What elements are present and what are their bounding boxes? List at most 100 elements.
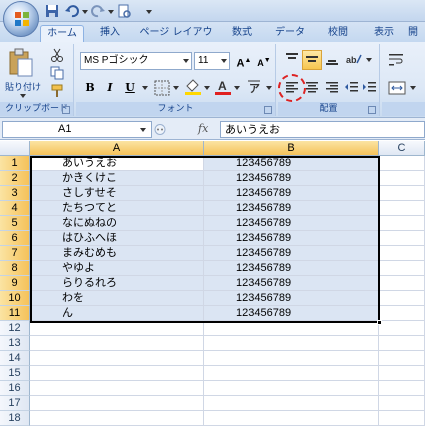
column-header-c[interactable]: C	[379, 141, 425, 156]
cell-a[interactable]: わを	[30, 291, 204, 306]
format-painter-icon[interactable]	[50, 84, 64, 98]
bold-button[interactable]: B	[80, 78, 100, 98]
font-name-dropdown-icon[interactable]	[183, 59, 189, 63]
underline-button[interactable]: U	[120, 78, 140, 98]
undo-icon[interactable]	[64, 3, 80, 19]
cell-c[interactable]	[379, 261, 425, 276]
cell-c[interactable]	[379, 201, 425, 216]
underline-dropdown-icon[interactable]	[142, 86, 148, 90]
copy-icon[interactable]	[50, 66, 64, 80]
row-header[interactable]: 15	[0, 366, 30, 381]
font-launcher-icon[interactable]	[264, 106, 272, 114]
cell-c[interactable]	[379, 171, 425, 186]
formula-input[interactable]: あいうえお	[220, 121, 425, 138]
cell-a[interactable]: やゆよ	[30, 261, 204, 276]
qat-customize-icon[interactable]	[146, 10, 152, 14]
paste-icon[interactable]	[8, 48, 34, 78]
increase-indent-icon[interactable]	[360, 78, 380, 98]
cell-a[interactable]: はひふへほ	[30, 231, 204, 246]
undo-dropdown-icon[interactable]	[82, 10, 88, 14]
cell-b[interactable]: 123456789	[204, 246, 379, 261]
cell-a[interactable]: まみむめも	[30, 246, 204, 261]
cell-c[interactable]	[379, 246, 425, 261]
cell-c[interactable]	[379, 231, 425, 246]
merge-dropdown-icon[interactable]	[410, 86, 416, 90]
name-box[interactable]: A1	[2, 121, 152, 138]
cell-b[interactable]	[204, 381, 379, 396]
tab-page-layout[interactable]: ページ レイアウト	[136, 25, 216, 54]
font-size-combo[interactable]: 11	[194, 52, 230, 70]
office-button[interactable]	[3, 1, 39, 37]
row-header[interactable]: 16	[0, 381, 30, 396]
cell-b[interactable]: 123456789	[204, 216, 379, 231]
insert-function-button[interactable]: fx	[198, 122, 208, 135]
cell-a[interactable]: らりるれろ	[30, 276, 204, 291]
cell-b[interactable]: 123456789	[204, 156, 379, 171]
cell-b[interactable]	[204, 396, 379, 411]
column-header-b[interactable]: B	[204, 141, 379, 156]
decrease-indent-icon[interactable]	[342, 78, 362, 98]
row-header[interactable]: 7	[0, 246, 30, 261]
orientation-icon[interactable]: ab	[344, 50, 364, 70]
cell-c[interactable]	[379, 411, 425, 426]
row-header[interactable]: 12	[0, 321, 30, 336]
cell-b[interactable]	[204, 366, 379, 381]
redo-dropdown-icon[interactable]	[108, 10, 114, 14]
alignment-launcher-icon[interactable]	[368, 106, 376, 114]
borders-icon[interactable]	[154, 80, 170, 96]
borders-dropdown-icon[interactable]	[173, 86, 179, 90]
fill-handle[interactable]	[377, 320, 382, 325]
clipboard-launcher-icon[interactable]	[62, 106, 70, 114]
cell-b[interactable]: 123456789	[204, 276, 379, 291]
cell-a[interactable]: ん	[30, 306, 204, 321]
tab-developer[interactable]: 開	[408, 25, 425, 42]
cell-c[interactable]	[379, 306, 425, 321]
cell-c[interactable]	[379, 381, 425, 396]
name-box-dropdown-icon[interactable]	[140, 128, 146, 132]
cell-b[interactable]	[204, 351, 379, 366]
cell-a[interactable]	[30, 396, 204, 411]
formula-divider-icon[interactable]	[150, 122, 190, 137]
cell-a[interactable]	[30, 351, 204, 366]
row-header[interactable]: 11	[0, 306, 30, 321]
row-header[interactable]: 6	[0, 231, 30, 246]
cell-b[interactable]: 123456789	[204, 186, 379, 201]
align-top-icon[interactable]	[282, 50, 302, 70]
cell-b[interactable]	[204, 321, 379, 336]
fill-color-dropdown-icon[interactable]	[204, 86, 210, 90]
tab-review[interactable]: 校閲	[318, 25, 358, 42]
redo-icon[interactable]	[90, 3, 106, 19]
cell-c[interactable]	[379, 156, 425, 171]
italic-button[interactable]: I	[100, 78, 120, 98]
column-header-a[interactable]: A	[30, 141, 204, 156]
row-header[interactable]: 10	[0, 291, 30, 306]
cell-b[interactable]: 123456789	[204, 231, 379, 246]
cell-c[interactable]	[379, 216, 425, 231]
cell-a[interactable]: かきくけこ	[30, 171, 204, 186]
row-header[interactable]: 8	[0, 261, 30, 276]
font-color-dropdown-icon[interactable]	[234, 86, 240, 90]
cell-c[interactable]	[379, 336, 425, 351]
align-bottom-icon[interactable]	[322, 50, 342, 70]
cell-c[interactable]	[379, 351, 425, 366]
cell-a[interactable]	[30, 411, 204, 426]
cell-b[interactable]	[204, 411, 379, 426]
tab-formulas[interactable]: 数式	[222, 25, 262, 42]
paste-dropdown-icon[interactable]	[20, 94, 26, 98]
cell-c[interactable]	[379, 321, 425, 336]
merge-center-icon[interactable]	[388, 80, 406, 96]
row-header[interactable]: 2	[0, 171, 30, 186]
cell-b[interactable]: 123456789	[204, 306, 379, 321]
cell-a[interactable]	[30, 366, 204, 381]
cell-a[interactable]: さしすせそ	[30, 186, 204, 201]
align-middle-icon[interactable]	[302, 50, 322, 70]
cell-c[interactable]	[379, 186, 425, 201]
row-header[interactable]: 3	[0, 186, 30, 201]
cell-b[interactable]: 123456789	[204, 291, 379, 306]
print-preview-icon[interactable]	[116, 3, 132, 19]
phonetic-guide-icon[interactable]: ア	[246, 78, 264, 96]
cell-a[interactable]: あいうえお	[30, 156, 204, 171]
tab-view[interactable]: 表示	[364, 25, 404, 42]
fill-color-icon[interactable]	[184, 78, 202, 96]
tab-insert[interactable]: 挿入	[90, 25, 130, 42]
